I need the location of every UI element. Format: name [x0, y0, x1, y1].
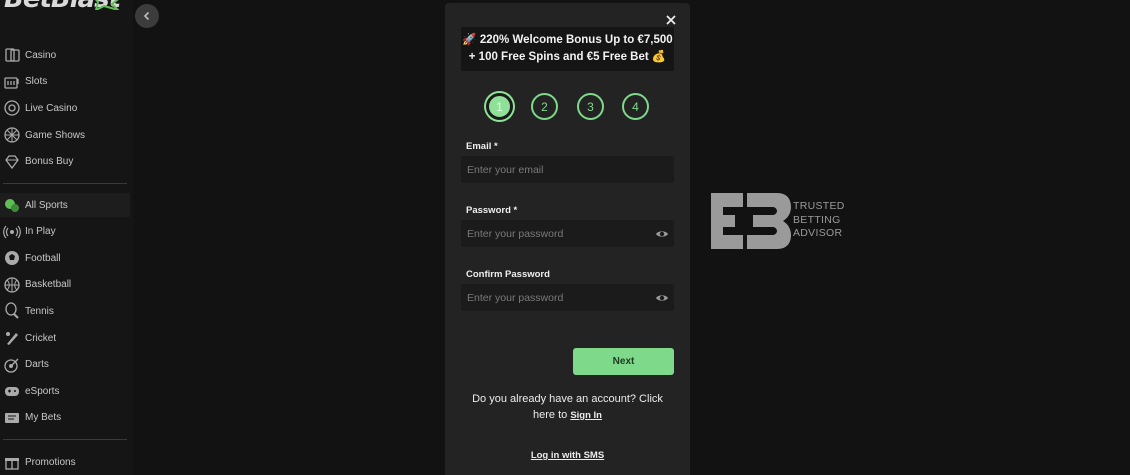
sidebar-item-label: Cricket — [25, 332, 57, 344]
sidebar-item-label: My Bets — [25, 412, 62, 424]
email-field-wrapper — [461, 156, 674, 183]
sidebar-item-game-shows[interactable]: Game Shows — [0, 123, 130, 147]
sidebar-item-football[interactable]: Football — [0, 246, 130, 270]
promo-line-2: + 100 Free Spins and €5 Free Bet 💰 — [461, 49, 674, 66]
gamepad-icon — [3, 382, 21, 400]
collapse-sidebar-button[interactable] — [135, 4, 159, 28]
password-field-wrapper — [461, 220, 674, 247]
sidebar-item-my-bets[interactable]: My Bets — [0, 406, 130, 430]
trusted-betting-advisor-badge: TRUSTED BETTING ADVISOR — [711, 193, 851, 249]
sidebar-item-label: All Sports — [25, 199, 68, 211]
diamond-icon — [3, 153, 21, 171]
slot-machine-icon — [3, 73, 21, 91]
close-button[interactable] — [664, 13, 678, 27]
page: BetBlast Casino Slots Live Casino Game Show… — [0, 0, 1130, 475]
promo-text-1: 220% Welcome Bonus Up to €7,500 — [479, 34, 673, 46]
tba-line-1: TRUSTED — [793, 200, 845, 212]
sidebar-item-darts[interactable]: Darts — [0, 353, 130, 377]
cards-icon — [3, 46, 21, 64]
sidebar-item-all-sports[interactable]: All Sports — [0, 193, 130, 217]
step-3: 3 — [577, 93, 604, 120]
promo-text-2: + 100 Free Spins and €5 Free Bet — [468, 51, 649, 63]
sidebar-item-label: In Play — [25, 226, 56, 238]
basketball-icon — [3, 276, 21, 294]
football-icon — [3, 249, 21, 267]
tba-logo-icon — [711, 193, 791, 249]
sidebar-item-label: Darts — [25, 359, 49, 371]
password-field[interactable] — [461, 220, 674, 247]
wheel-icon — [3, 126, 21, 144]
sidebar-item-label: Football — [25, 252, 61, 264]
close-icon — [666, 15, 676, 25]
sidebar-item-esports[interactable]: eSports — [0, 379, 130, 403]
have-account-prompt: Do you already have an account? Click he… — [472, 393, 663, 421]
sidebar-item-casino[interactable]: Casino — [0, 43, 130, 67]
sidebar-item-promotions[interactable]: Promotions — [0, 450, 130, 474]
sign-in-link[interactable]: Sign In — [570, 410, 602, 421]
sms-login-link[interactable]: Log in with SMS — [461, 450, 674, 461]
tennis-icon — [3, 302, 21, 320]
confirm-password-label: Confirm Password — [466, 269, 550, 280]
sidebar-item-label: Basketball — [25, 279, 72, 291]
email-label: Email * — [466, 141, 498, 152]
promo-line-1: 🚀 220% Welcome Bonus Up to €7,500 — [461, 32, 674, 49]
cricket-icon — [3, 329, 21, 347]
logo-burst-icon — [94, 0, 120, 10]
sidebar-item-label: Promotions — [25, 456, 76, 468]
sidebar-item-live-casino[interactable]: Live Casino — [0, 96, 130, 120]
ticket-icon — [3, 409, 21, 427]
gift-icon — [3, 453, 21, 471]
live-signal-icon — [3, 223, 21, 241]
sidebar-item-label: Live Casino — [25, 102, 78, 114]
step-4: 4 — [622, 93, 649, 120]
chevron-left-icon — [143, 11, 150, 21]
sidebar-item-label: eSports — [25, 385, 60, 397]
step-2: 2 — [531, 93, 558, 120]
sidebar-item-slots[interactable]: Slots — [0, 70, 130, 94]
tba-text: TRUSTED BETTING ADVISOR — [793, 200, 845, 241]
password-label: Password * — [466, 205, 518, 216]
promo-banner: 🚀 220% Welcome Bonus Up to €7,500 + 100 … — [461, 27, 674, 71]
rocket-icon: 🚀 — [462, 34, 477, 46]
show-password-icon[interactable] — [655, 227, 669, 241]
tba-line-3: ADVISOR — [793, 227, 843, 239]
nav-divider — [3, 183, 127, 184]
step-1: 1 — [486, 93, 513, 120]
all-sports-icon — [3, 196, 21, 214]
email-field[interactable] — [461, 156, 674, 183]
sidebar-item-in-play[interactable]: In Play — [0, 220, 130, 244]
sidebar-item-label: Tennis — [25, 305, 54, 317]
next-button[interactable]: Next — [573, 348, 674, 375]
show-confirm-password-icon[interactable] — [655, 291, 669, 305]
registration-modal: 🚀 220% Welcome Bonus Up to €7,500 + 100 … — [445, 3, 690, 475]
roulette-icon — [3, 99, 21, 117]
sidebar-item-tennis[interactable]: Tennis — [0, 299, 130, 323]
darts-icon — [3, 356, 21, 374]
nav-divider — [3, 439, 127, 440]
sidebar-item-label: Casino — [25, 49, 57, 61]
confirm-password-field[interactable] — [461, 284, 674, 311]
tba-line-2: BETTING — [793, 213, 841, 226]
sidebar-item-label: Game Shows — [25, 129, 86, 141]
sidebar-item-bonus-buy[interactable]: Bonus Buy — [0, 150, 130, 174]
money-bag-icon: 💰 — [651, 51, 667, 63]
logo[interactable]: BetBlast — [0, 0, 130, 14]
sidebar-item-label: Bonus Buy — [25, 156, 74, 168]
sidebar-item-cricket[interactable]: Cricket — [0, 326, 130, 350]
sidebar-item-basketball[interactable]: Basketball — [0, 273, 130, 297]
sidebar: BetBlast Casino Slots Live Casino Game Show… — [0, 0, 133, 475]
confirm-password-field-wrapper — [461, 284, 674, 311]
have-account-text: Do you already have an account? Click he… — [461, 391, 674, 424]
sidebar-item-label: Slots — [25, 76, 48, 88]
step-indicator: 1 2 3 4 — [486, 93, 656, 121]
